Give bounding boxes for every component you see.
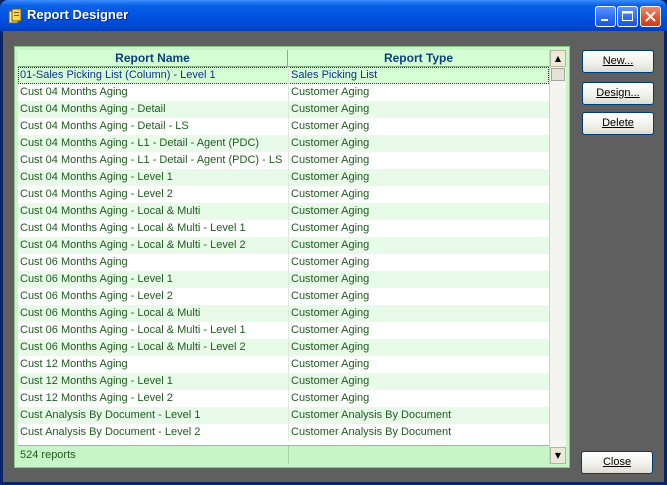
title-bar[interactable]: Report Designer <box>0 0 667 31</box>
report-type-cell: Customer Aging <box>291 307 370 319</box>
table-row[interactable]: Cust 06 Months Aging - Local & Multi Cust… <box>18 305 549 322</box>
window-client-area: Report Name Report Type 01-Sales Picking… <box>3 31 664 482</box>
report-type-cell: Customer Aging <box>291 239 370 251</box>
report-designer-icon <box>8 8 22 24</box>
report-type-cell: Customer Aging <box>291 103 370 115</box>
scroll-up-icon[interactable]: ▲ <box>550 50 566 67</box>
report-type-cell: Customer Aging <box>291 256 370 268</box>
table-row[interactable]: Cust Analysis By Document - Level 1 Custo… <box>18 407 549 424</box>
report-type-cell: Customer Analysis By Document <box>291 409 452 421</box>
report-count-footer: 524 reports <box>18 445 549 464</box>
table-row[interactable]: Cust Analysis By Document - Level 2 Custo… <box>18 424 549 441</box>
maximize-icon[interactable] <box>617 6 638 27</box>
table-row[interactable]: Cust 12 Months Aging - Level 1 Customer A… <box>18 373 549 390</box>
close-button[interactable]: Close <box>581 451 653 474</box>
delete-button[interactable]: Delete <box>582 112 654 135</box>
report-designer-window: Report Designer Report Name Report Type … <box>0 0 667 485</box>
scroll-down-icon[interactable]: ▼ <box>550 447 566 464</box>
column-header-report-name[interactable]: Report Name <box>18 50 288 67</box>
report-list-frame: Report Name Report Type 01-Sales Picking… <box>14 46 570 468</box>
table-row[interactable]: Cust 04 Months Aging - L1 - Detail - Age… <box>18 135 549 152</box>
report-name-cell: 01-Sales Picking List (Column) - Level 1 <box>20 69 216 81</box>
design-button[interactable]: Design... <box>582 82 654 105</box>
vertical-scrollbar[interactable]: ▲ ▼ <box>549 50 566 464</box>
table-row[interactable]: Cust 06 Months Aging - Local & Multi - L… <box>18 339 549 356</box>
table-row[interactable]: Cust 04 Months Aging - Level 2 Customer A… <box>18 186 549 203</box>
table-row[interactable]: Cust 04 Months Aging - L1 - Detail - Age… <box>18 152 549 169</box>
table-row[interactable]: Cust 12 Months Aging Customer Aging <box>18 356 549 373</box>
report-name-cell: Cust 04 Months Aging - L1 - Detail - Age… <box>20 154 283 166</box>
report-type-cell: Customer Aging <box>291 222 370 234</box>
report-name-cell: Cust 06 Months Aging - Level 2 <box>20 290 173 302</box>
table-row[interactable]: 01-Sales Picking List (Column) - Level 1… <box>18 67 549 84</box>
report-name-cell: Cust 06 Months Aging - Level 1 <box>20 273 173 285</box>
report-type-cell: Customer Aging <box>291 137 370 149</box>
table-row[interactable]: Cust 04 Months Aging Customer Aging <box>18 84 549 101</box>
report-name-cell: Cust 04 Months Aging - Local & Multi - L… <box>20 222 246 234</box>
report-type-cell: Customer Aging <box>291 171 370 183</box>
report-type-cell: Customer Analysis By Document <box>291 426 452 438</box>
report-name-cell: Cust 06 Months Aging <box>20 256 128 268</box>
report-type-cell: Customer Aging <box>291 392 370 404</box>
report-name-cell: Cust 04 Months Aging - Level 1 <box>20 171 173 183</box>
report-name-cell: Cust 06 Months Aging - Local & Multi - L… <box>20 341 246 353</box>
table-row[interactable]: Cust 04 Months Aging - Local & Multi Cust… <box>18 203 549 220</box>
report-name-cell: Cust Analysis By Document - Level 2 <box>20 426 201 438</box>
close-icon[interactable] <box>640 6 661 27</box>
table-row[interactable]: Cust 04 Months Aging - Local & Multi - L… <box>18 220 549 237</box>
report-list[interactable]: Report Name Report Type 01-Sales Picking… <box>18 50 566 464</box>
window-title: Report Designer <box>27 7 129 22</box>
report-type-cell: Customer Aging <box>291 341 370 353</box>
report-type-cell: Sales Picking List <box>291 69 378 81</box>
scrollbar-thumb[interactable] <box>551 68 565 81</box>
table-row[interactable]: Cust 04 Months Aging - Local & Multi - L… <box>18 237 549 254</box>
report-name-cell: Cust 04 Months Aging - Local & Multi <box>20 205 201 217</box>
report-name-cell: Cust Analysis By Document - Level 1 <box>20 409 201 421</box>
table-row[interactable]: Cust 06 Months Aging - Level 1 Customer A… <box>18 271 549 288</box>
report-type-cell: Customer Aging <box>291 290 370 302</box>
report-name-cell: Cust 12 Months Aging - Level 2 <box>20 392 173 404</box>
report-name-cell: Cust 04 Months Aging - L1 - Detail - Age… <box>20 137 260 149</box>
report-type-cell: Customer Aging <box>291 324 370 336</box>
report-name-cell: Cust 12 Months Aging <box>20 358 128 370</box>
report-type-cell: Customer Aging <box>291 188 370 200</box>
report-count: 524 reports <box>20 449 76 461</box>
report-type-cell: Customer Aging <box>291 205 370 217</box>
report-name-cell: Cust 04 Months Aging - Detail - LS <box>20 120 189 132</box>
report-type-cell: Customer Aging <box>291 154 370 166</box>
report-type-cell: Customer Aging <box>291 273 370 285</box>
report-name-cell: Cust 04 Months Aging <box>20 86 128 98</box>
minimize-icon[interactable] <box>595 6 616 27</box>
table-row[interactable]: Cust 06 Months Aging - Level 2 Customer A… <box>18 288 549 305</box>
table-row[interactable]: Cust 06 Months Aging - Local & Multi - L… <box>18 322 549 339</box>
report-name-cell: Cust 04 Months Aging - Level 2 <box>20 188 173 200</box>
report-type-cell: Customer Aging <box>291 358 370 370</box>
table-row[interactable]: Cust 12 Months Aging - Level 2 Customer A… <box>18 390 549 407</box>
table-row[interactable]: Cust 04 Months Aging - Detail - LS Custom… <box>18 118 549 135</box>
report-name-cell: Cust 06 Months Aging - Local & Multi <box>20 307 201 319</box>
table-row[interactable]: Cust 04 Months Aging - Detail Customer Ag… <box>18 101 549 118</box>
table-row[interactable]: Cust 04 Months Aging - Level 1 Customer A… <box>18 169 549 186</box>
report-name-cell: Cust 06 Months Aging - Local & Multi - L… <box>20 324 246 336</box>
report-name-cell: Cust 12 Months Aging - Level 1 <box>20 375 173 387</box>
report-type-cell: Customer Aging <box>291 120 370 132</box>
report-rows: 01-Sales Picking List (Column) - Level 1… <box>18 67 549 441</box>
report-name-cell: Cust 04 Months Aging - Local & Multi - L… <box>20 239 246 251</box>
column-header-report-type[interactable]: Report Type <box>288 50 549 67</box>
report-type-cell: Customer Aging <box>291 375 370 387</box>
table-row[interactable]: Cust 06 Months Aging Customer Aging <box>18 254 549 271</box>
new-button[interactable]: New... <box>582 50 654 73</box>
report-name-cell: Cust 04 Months Aging - Detail <box>20 103 166 115</box>
report-type-cell: Customer Aging <box>291 86 370 98</box>
